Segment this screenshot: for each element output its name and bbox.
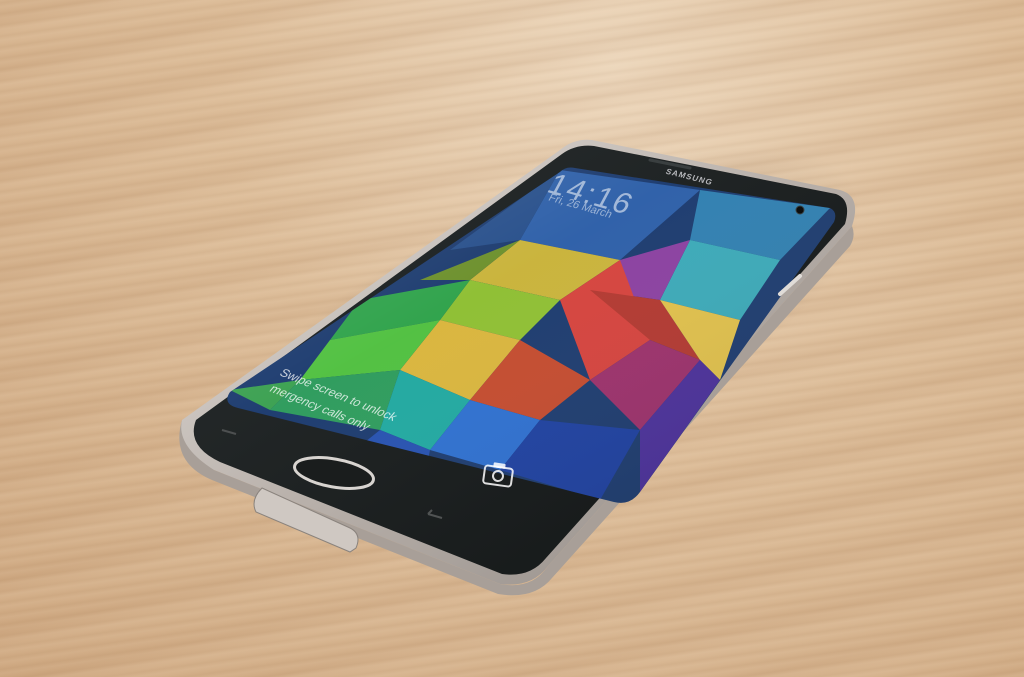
front-camera <box>795 205 805 215</box>
smartphone <box>179 139 856 596</box>
